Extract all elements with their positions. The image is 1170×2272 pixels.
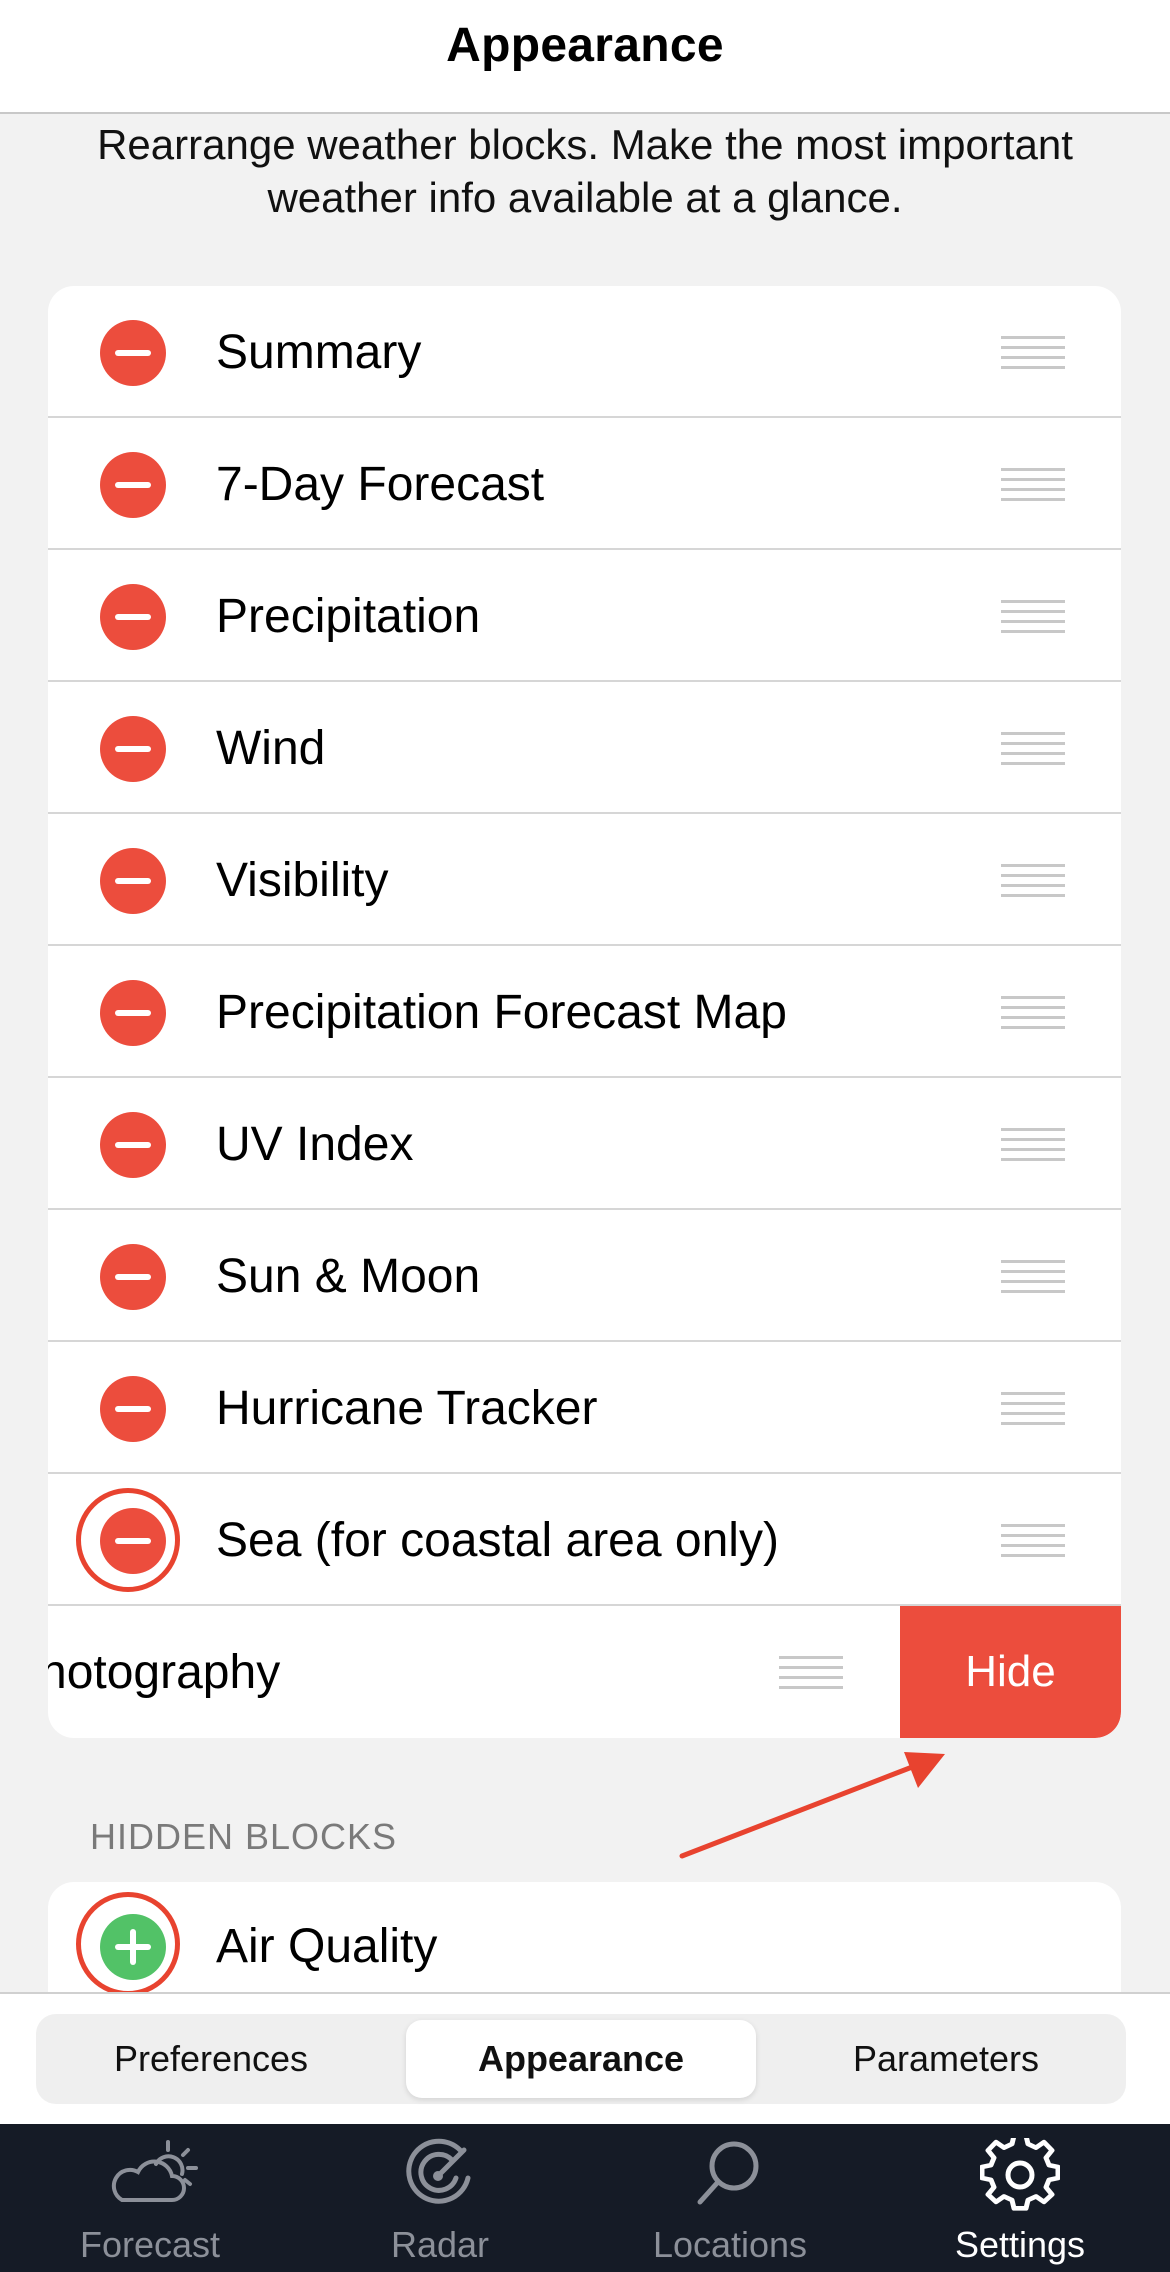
tab-radar[interactable]: Radar — [294, 2124, 586, 2272]
remove-icon[interactable] — [100, 980, 166, 1046]
block-row-precipitation[interactable]: Precipitation — [48, 550, 1121, 682]
remove-icon[interactable] — [100, 584, 166, 650]
block-label: hotography — [48, 1646, 281, 1699]
hidden-blocks-header: HIDDEN BLOCKS — [90, 1816, 398, 1857]
drag-handle-icon[interactable] — [1001, 732, 1065, 766]
drag-handle-icon[interactable] — [1001, 468, 1065, 502]
block-row-air-quality[interactable]: Air Quality — [48, 1882, 1121, 1992]
tab-label: Settings — [954, 2224, 1086, 2265]
block-label: Air Quality — [216, 1920, 438, 1973]
highlight-ring — [76, 1892, 180, 1992]
block-label: Summary — [216, 326, 422, 379]
block-label: Wind — [216, 722, 326, 775]
hidden-blocks-list: Air Quality — [48, 1882, 1121, 1992]
block-row-photography-swiped[interactable]: hotography Hide — [48, 1606, 1121, 1738]
segmented-control: Preferences Appearance Parameters — [36, 2014, 1126, 2104]
tab-label: Radar — [390, 2224, 490, 2265]
remove-icon[interactable] — [100, 1376, 166, 1442]
remove-icon[interactable] — [100, 452, 166, 518]
remove-icon[interactable] — [100, 848, 166, 914]
block-label: Hurricane Tracker — [216, 1382, 598, 1435]
tab-forecast[interactable]: Forecast — [4, 2124, 296, 2272]
description-text: Rearrange weather blocks. Make the most … — [97, 121, 1073, 221]
drag-handle-icon[interactable] — [1001, 864, 1065, 898]
tab-label: Locations — [652, 2224, 808, 2265]
tab-locations[interactable]: Locations — [584, 2124, 876, 2272]
radar-icon — [406, 2138, 471, 2204]
block-row-hurricane-tracker[interactable]: Hurricane Tracker — [48, 1342, 1121, 1474]
block-row-visibility[interactable]: Visibility — [48, 814, 1121, 946]
drag-handle-icon[interactable] — [1001, 1524, 1065, 1558]
block-label: 7-Day Forecast — [216, 458, 545, 511]
block-row-7-day-forecast[interactable]: 7-Day Forecast — [48, 418, 1121, 550]
block-label: UV Index — [216, 1118, 414, 1171]
block-row-precipitation-forecast-map[interactable]: Precipitation Forecast Map — [48, 946, 1121, 1078]
tab-settings[interactable]: Settings — [874, 2124, 1166, 2272]
segment-preferences[interactable]: Preferences — [36, 2020, 386, 2098]
remove-icon[interactable] — [100, 716, 166, 782]
segment-appearance[interactable]: Appearance — [406, 2020, 756, 2098]
drag-handle-icon[interactable] — [1001, 1260, 1065, 1294]
segmented-control-bar: Preferences Appearance Parameters — [0, 1992, 1170, 2124]
block-label: Sun & Moon — [216, 1250, 481, 1303]
segment-parameters[interactable]: Parameters — [771, 2020, 1121, 2098]
drag-handle-icon[interactable] — [1001, 996, 1065, 1030]
block-row-sun-moon[interactable]: Sun & Moon — [48, 1210, 1121, 1342]
drag-handle-icon[interactable] — [779, 1656, 843, 1690]
block-label: Sea (for coastal area only) — [216, 1514, 779, 1567]
drag-handle-icon[interactable] — [1001, 336, 1065, 370]
tab-label: Forecast — [79, 2224, 221, 2265]
page-title: Appearance — [446, 19, 724, 72]
drag-handle-icon[interactable] — [1001, 1128, 1065, 1162]
search-icon — [697, 2141, 759, 2205]
visible-blocks-list: Summary 7-Day Forecast Precipitation Win… — [48, 286, 1121, 1738]
block-label: Precipitation Forecast Map — [216, 986, 787, 1039]
tab-bar: Forecast Radar Locations Settings — [0, 2124, 1170, 2272]
navigation-header: Appearance — [0, 0, 1170, 114]
drag-handle-icon[interactable] — [1001, 1392, 1065, 1426]
block-row-uv-index[interactable]: UV Index — [48, 1078, 1121, 1210]
block-row-wind[interactable]: Wind — [48, 682, 1121, 814]
hide-button[interactable]: Hide — [900, 1606, 1121, 1738]
block-label: Visibility — [216, 854, 389, 907]
highlight-ring — [76, 1488, 180, 1592]
block-label: Precipitation — [216, 590, 481, 643]
cloud-sun-icon — [111, 2140, 198, 2202]
remove-icon[interactable] — [100, 1112, 166, 1178]
gear-icon — [980, 2138, 1060, 2211]
remove-icon[interactable] — [100, 320, 166, 386]
drag-handle-icon[interactable] — [1001, 600, 1065, 634]
block-row-sea[interactable]: Sea (for coastal area only) — [48, 1474, 1121, 1606]
remove-icon[interactable] — [100, 1244, 166, 1310]
block-row-summary[interactable]: Summary — [48, 286, 1121, 418]
